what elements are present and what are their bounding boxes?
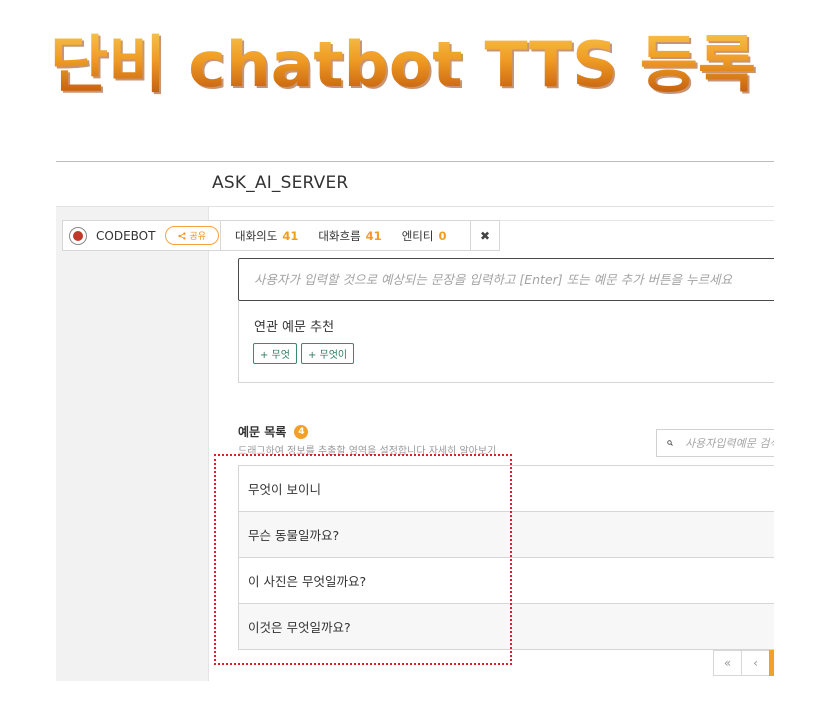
stat-intents[interactable]: 대화의도 41 [235,228,298,244]
current-page-button[interactable] [769,650,774,676]
example-row[interactable]: 이 사진은 무엇일까요? [239,558,774,604]
related-example-chips: + 무엇 + 무엇이 [253,343,355,364]
stat-flows[interactable]: 대화흐름 41 [318,228,381,244]
bot-stats: 대화의도 41 대화흐름 41 엔티티 0 [221,221,471,250]
stat-entities[interactable]: 엔티티 0 [402,228,447,244]
bot-toolbar: CODEBOT 공유 대화의도 41 대화흐름 41 엔티티 0 ✖ [62,220,500,251]
related-example-chip[interactable]: + 무엇 [253,343,297,364]
example-search-input[interactable] [685,436,774,450]
app-screenshot: ASK_AI_SERVER CODEBOT 공유 대화의도 41 대화흐름 41 엔… [56,161,774,681]
banner-title-text: 단비 chatbot TTS 등록 [50,28,756,101]
bot-brand: CODEBOT 공유 [63,221,221,250]
close-icon[interactable]: ✖ [471,221,499,250]
header-divider [56,161,774,162]
content-top-bar [210,207,774,221]
prev-page-button[interactable]: ‹ [741,650,770,676]
example-list-title: 예문 목록 [238,425,287,439]
pagination: « ‹ [713,650,774,676]
example-list-hint: 드래그하여 정보를 추출할 영역을 설정합니다 자세히 알아보기 [238,446,497,457]
bot-name: CODEBOT [96,228,156,243]
example-row[interactable]: 이것은 무엇일까요? [239,604,774,650]
related-example-chip[interactable]: + 무엇이 [300,343,355,364]
banner-title: 단비 chatbot TTS 등록 단비 chatbot TTS 등록 [48,22,768,102]
share-button[interactable]: 공유 [165,226,220,245]
example-sentence-input[interactable] [238,258,774,301]
sidebar [56,207,209,681]
example-count-badge: 4 [294,424,309,439]
example-list-heading: 예문 목록 4 [238,423,309,440]
share-label: 공유 [189,232,207,242]
related-examples-title: 연관 예문 추천 [254,320,335,335]
example-search [656,429,774,457]
first-page-button[interactable]: « [713,650,742,676]
search-icon [667,440,673,446]
related-examples-panel: 연관 예문 추천 + 무엇 + 무엇이 [238,301,774,383]
example-row[interactable]: 무엇이 보이니 [239,466,774,512]
codebot-logo-icon [69,226,87,245]
share-icon [178,231,187,240]
example-list: 무엇이 보이니 무슨 동물일까요? 이 사진은 무엇일까요? 이것은 무엇일까요… [238,465,774,650]
server-name: ASK_AI_SERVER [212,173,349,193]
example-row[interactable]: 무슨 동물일까요? [239,512,774,558]
